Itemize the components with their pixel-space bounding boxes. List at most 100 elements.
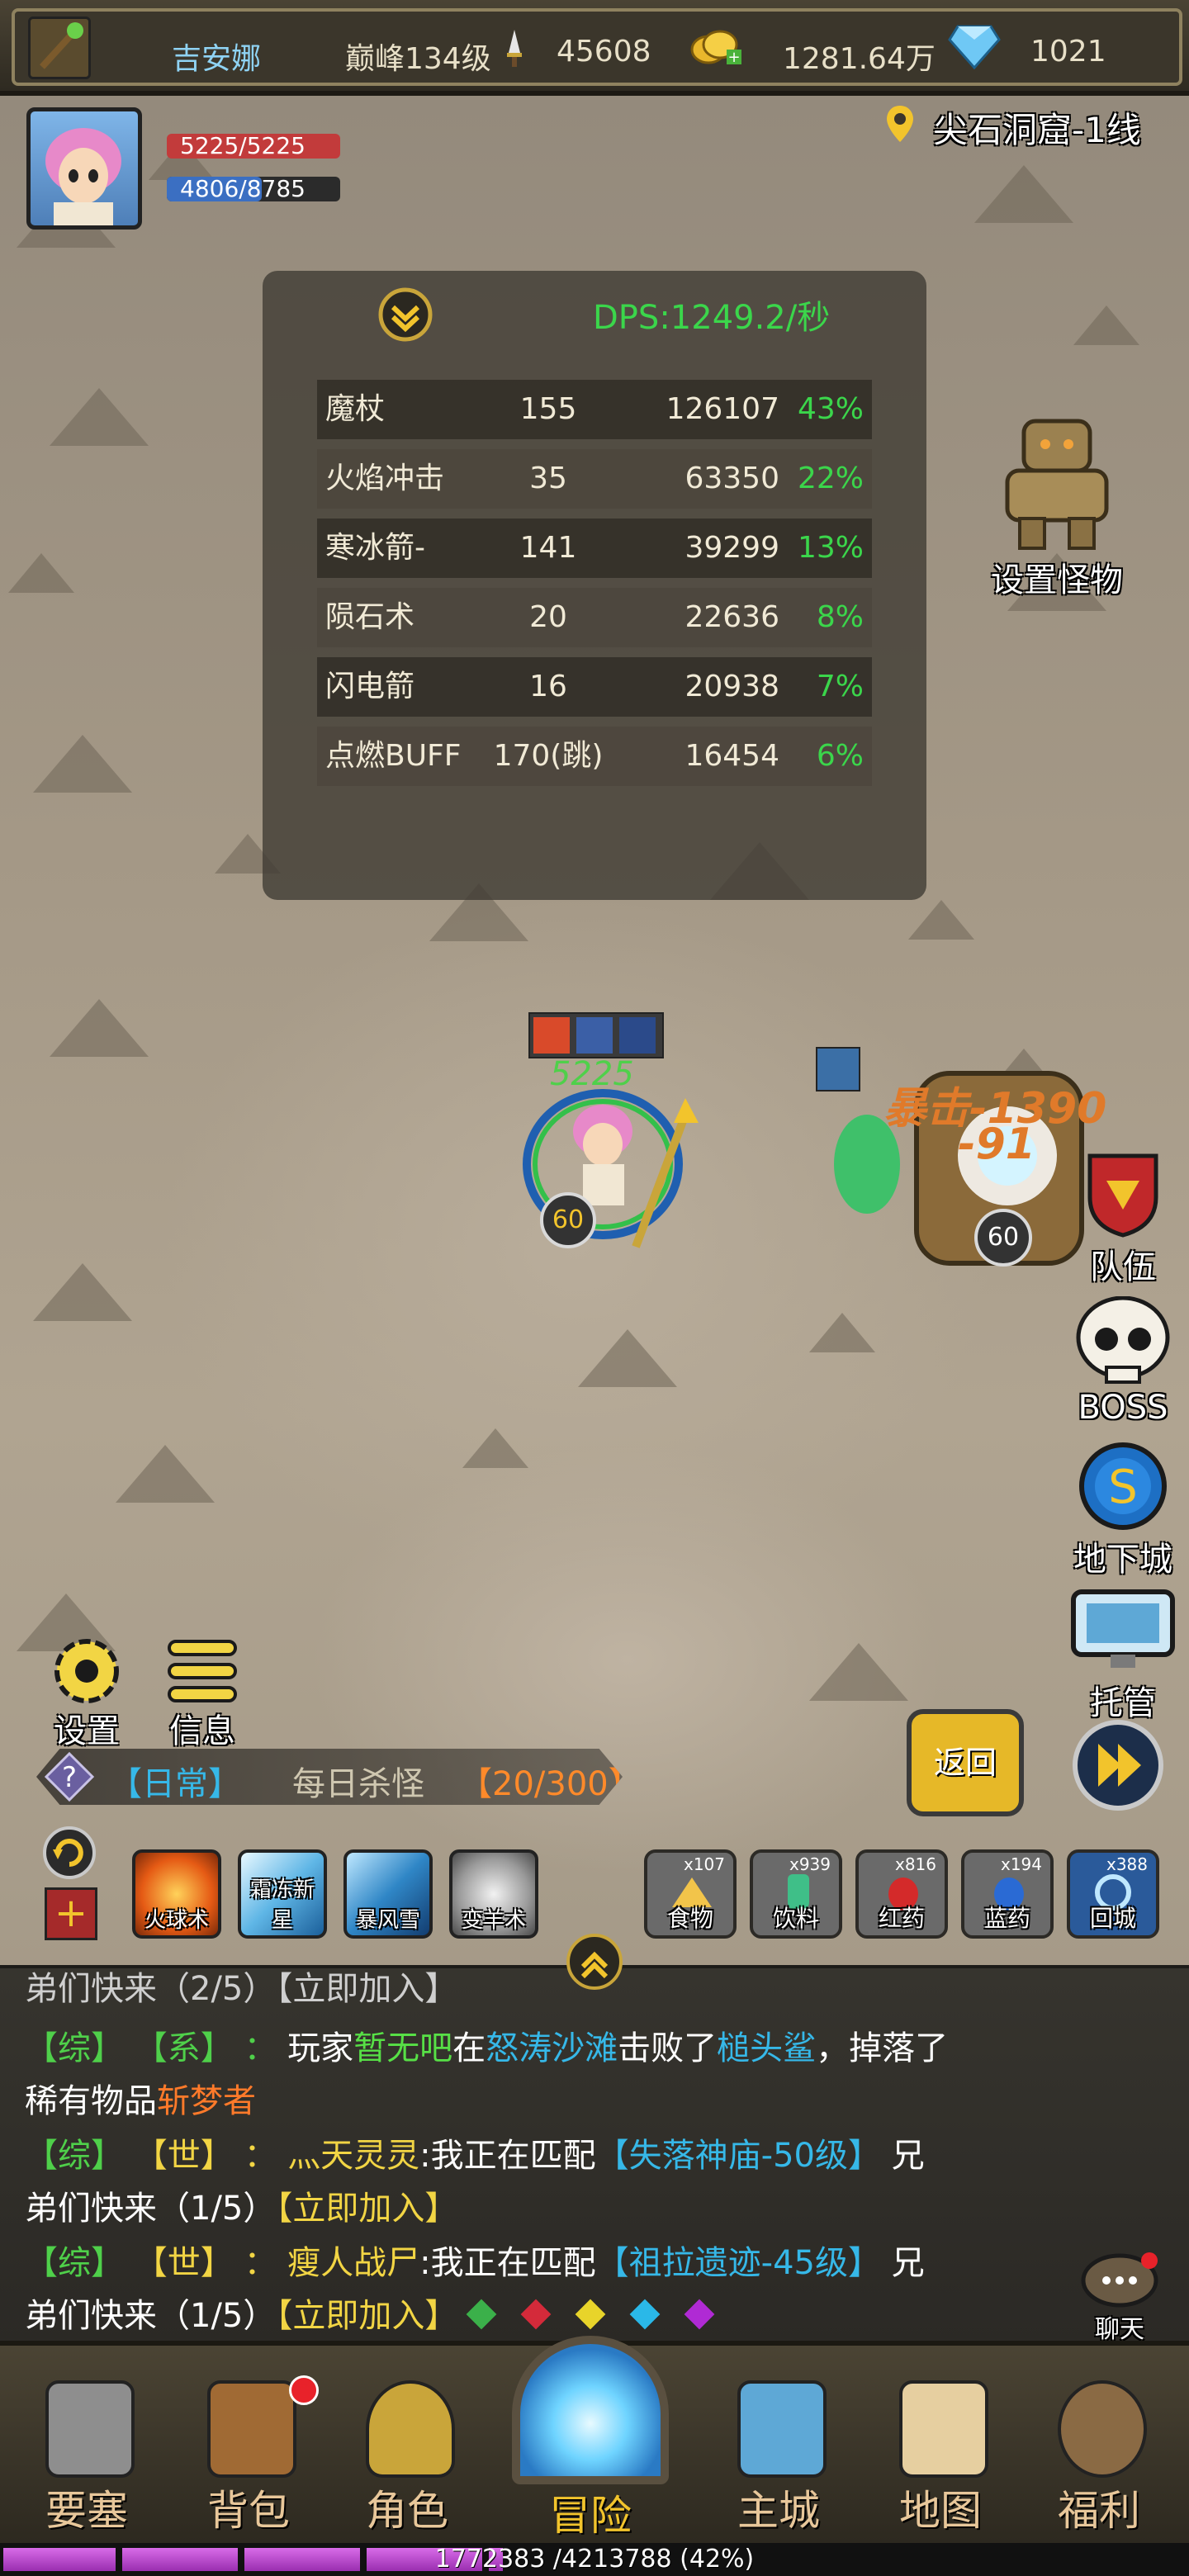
- location-name[interactable]: 尖石洞窟-1线: [933, 102, 1141, 153]
- staff-icon[interactable]: [28, 17, 91, 79]
- return-button[interactable]: 返回: [907, 1709, 1024, 1816]
- dps-damage: 63350: [685, 462, 779, 495]
- gift-bag-icon: [1058, 2380, 1147, 2478]
- nav-label: 福利: [1058, 2487, 1140, 2535]
- enemy-level-badge: 60: [974, 1209, 1032, 1267]
- fast-forward-button[interactable]: [1070, 1717, 1166, 1813]
- skill-label: 霜冻新星: [249, 1878, 315, 1933]
- svg-text:?: ?: [62, 1761, 77, 1794]
- castle-icon: [45, 2380, 135, 2478]
- gear-icon: [54, 1639, 119, 1703]
- nav-adventure[interactable]: 冒险: [495, 2336, 685, 2542]
- nav-character[interactable]: 角色: [345, 2380, 469, 2537]
- chat-player[interactable]: 暂无吧: [353, 2029, 452, 2067]
- chat-message: 【综】 【世】 ： 瘦人战尸:我正在匹配【祖拉遗迹-45级】 兄: [25, 2236, 925, 2284]
- quest-tracker[interactable]: ? 【日常】 每日杀怪 【20/300】: [36, 1749, 623, 1805]
- dps-title: DPS:1249.2/秒: [593, 299, 831, 337]
- dps-pct: 43%: [797, 392, 864, 426]
- item-blue-potion[interactable]: x194 蓝药: [961, 1849, 1054, 1939]
- nav-backpack[interactable]: 背包: [187, 2375, 319, 2537]
- item-town-portal[interactable]: x388 回城: [1067, 1849, 1159, 1939]
- nav-label: 地图: [899, 2487, 982, 2535]
- dungeon-button[interactable]: S 地下城: [1065, 1440, 1181, 1580]
- item-food[interactable]: x107 食物: [644, 1849, 737, 1939]
- chat-dungeon: 【祖拉遗迹-45级】: [595, 2244, 881, 2282]
- svg-text:S: S: [1108, 1461, 1138, 1514]
- dps-skill: 火焰冲击: [325, 462, 445, 495]
- chat-message: 【综】 【世】 ： 灬天灵灵:我正在匹配【失落神庙-50级】 兄: [25, 2129, 925, 2176]
- item-label: 食物: [666, 1905, 713, 1932]
- chat-panel[interactable]: 弟们快来（2/5）【立即加入】 【综】 【系】 ： 玩家暂无吧在怒涛沙滩击败了槌…: [0, 1934, 1189, 2344]
- gem-yellow-icon[interactable]: [575, 2299, 606, 2330]
- notification-dot: [289, 2375, 319, 2405]
- dps-damage: 126107: [666, 392, 779, 426]
- chat-message-cont: 稀有物品斩梦者: [25, 2074, 256, 2122]
- chat-item[interactable]: 斩梦者: [157, 2082, 256, 2120]
- settings-button[interactable]: 设置: [41, 1631, 140, 1750]
- damage-text: -91: [958, 1120, 1035, 1169]
- player-avatar[interactable]: [26, 107, 142, 230]
- chat-join-link[interactable]: 【立即加入】: [276, 2297, 457, 2335]
- dps-pct: 8%: [816, 600, 864, 634]
- settings-label: 设置: [54, 1712, 120, 1750]
- return-label: 返回: [933, 1745, 997, 1781]
- collapse-chevron-icon[interactable]: [377, 286, 434, 343]
- gold-amount: 1281.64万: [783, 42, 936, 76]
- skill-fireball[interactable]: 火球术: [132, 1849, 221, 1939]
- top-status-bar: 吉安娜 巅峰134级 45608 + 1281.64万 1021: [0, 0, 1189, 96]
- svg-text:+: +: [727, 49, 740, 66]
- gem-cyan-icon[interactable]: [629, 2299, 661, 2330]
- info-button[interactable]: 信息: [157, 1631, 256, 1750]
- item-count: x107: [683, 1854, 725, 1874]
- chat-button-label: 聊天: [1095, 2315, 1144, 2344]
- buff-icon: [619, 1017, 656, 1054]
- info-label: 信息: [169, 1712, 235, 1750]
- skill-blizzard[interactable]: 暴风雪: [343, 1849, 433, 1939]
- nav-main-city[interactable]: 主城: [717, 2380, 841, 2537]
- set-monster-button[interactable]: 设置怪物: [974, 405, 1139, 611]
- dps-pct: 7%: [816, 670, 864, 703]
- dps-table: 魔杖 155 126107 43% 火焰冲击 35 63350 22% 寒冰箭-…: [263, 380, 926, 809]
- nav-fortress[interactable]: 要塞: [25, 2380, 149, 2537]
- chat-player[interactable]: 瘦人战尸: [287, 2244, 419, 2282]
- skill-frost-nova[interactable]: 霜冻新星: [238, 1849, 327, 1939]
- nav-map[interactable]: 地图: [879, 2380, 1002, 2537]
- add-skill-button[interactable]: +: [45, 1887, 97, 1940]
- chat-button[interactable]: 聊天: [1073, 2249, 1166, 2344]
- item-count: x388: [1106, 1854, 1148, 1874]
- mp-bar: 4806/8785: [167, 177, 340, 201]
- nav-label: 角色: [366, 2487, 448, 2535]
- nav-welfare[interactable]: 福利: [1037, 2380, 1161, 2537]
- team-button[interactable]: 队伍: [1073, 1148, 1172, 1288]
- chat-expand-icon[interactable]: [565, 1932, 624, 1991]
- boss-button[interactable]: BOSS: [1065, 1295, 1181, 1437]
- hero-character[interactable]: [512, 1082, 718, 1263]
- quest-question-icon: ?: [44, 1751, 95, 1802]
- skill-label: 变羊术: [461, 1908, 526, 1933]
- dps-row: 点燃BUFF 170(跳) 16454 6%: [317, 727, 872, 786]
- item-red-potion[interactable]: x816 红药: [855, 1849, 948, 1939]
- portal-icon: [512, 2336, 669, 2484]
- buff-icon: [576, 1017, 613, 1054]
- backpack-icon: [207, 2380, 296, 2478]
- nav-label: 背包: [207, 2487, 290, 2535]
- chat-join-link[interactable]: 【立即加入】: [276, 2190, 457, 2228]
- gem-purple-icon[interactable]: [684, 2299, 715, 2330]
- nav-label: 冒险: [549, 2492, 632, 2540]
- skill-polymorph[interactable]: 变羊术: [449, 1849, 538, 1939]
- gem-red-icon[interactable]: [520, 2299, 552, 2330]
- item-label: 蓝药: [983, 1905, 1030, 1932]
- team-shield-icon: [1087, 1153, 1158, 1238]
- item-count: x194: [1000, 1854, 1042, 1874]
- chat-player[interactable]: 灬天灵灵: [287, 2137, 419, 2175]
- item-drink[interactable]: x939 饮料: [750, 1849, 842, 1939]
- diamond-icon[interactable]: [948, 23, 1001, 70]
- enemy-level: 60: [987, 1223, 1020, 1252]
- auto-button[interactable]: 托管: [1065, 1584, 1181, 1724]
- swap-icon[interactable]: [41, 1825, 97, 1881]
- chat-text: ，掉落了: [816, 2029, 949, 2067]
- gold-coin-icon[interactable]: +: [690, 25, 743, 68]
- gem-green-icon[interactable]: [466, 2299, 497, 2330]
- chat-message-cont: 弟们快来（1/5）【立即加入】: [25, 2289, 457, 2337]
- quest-tag: 【日常】: [109, 1765, 241, 1803]
